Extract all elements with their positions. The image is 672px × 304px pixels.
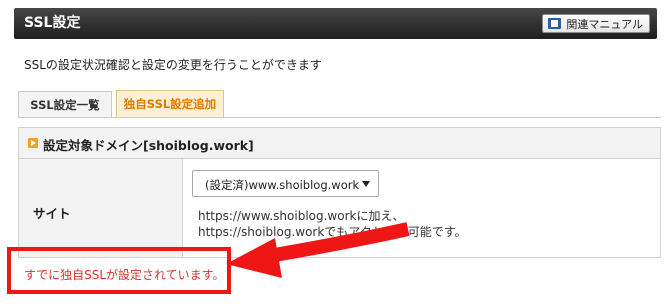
annotation-arrow: [226, 222, 410, 278]
